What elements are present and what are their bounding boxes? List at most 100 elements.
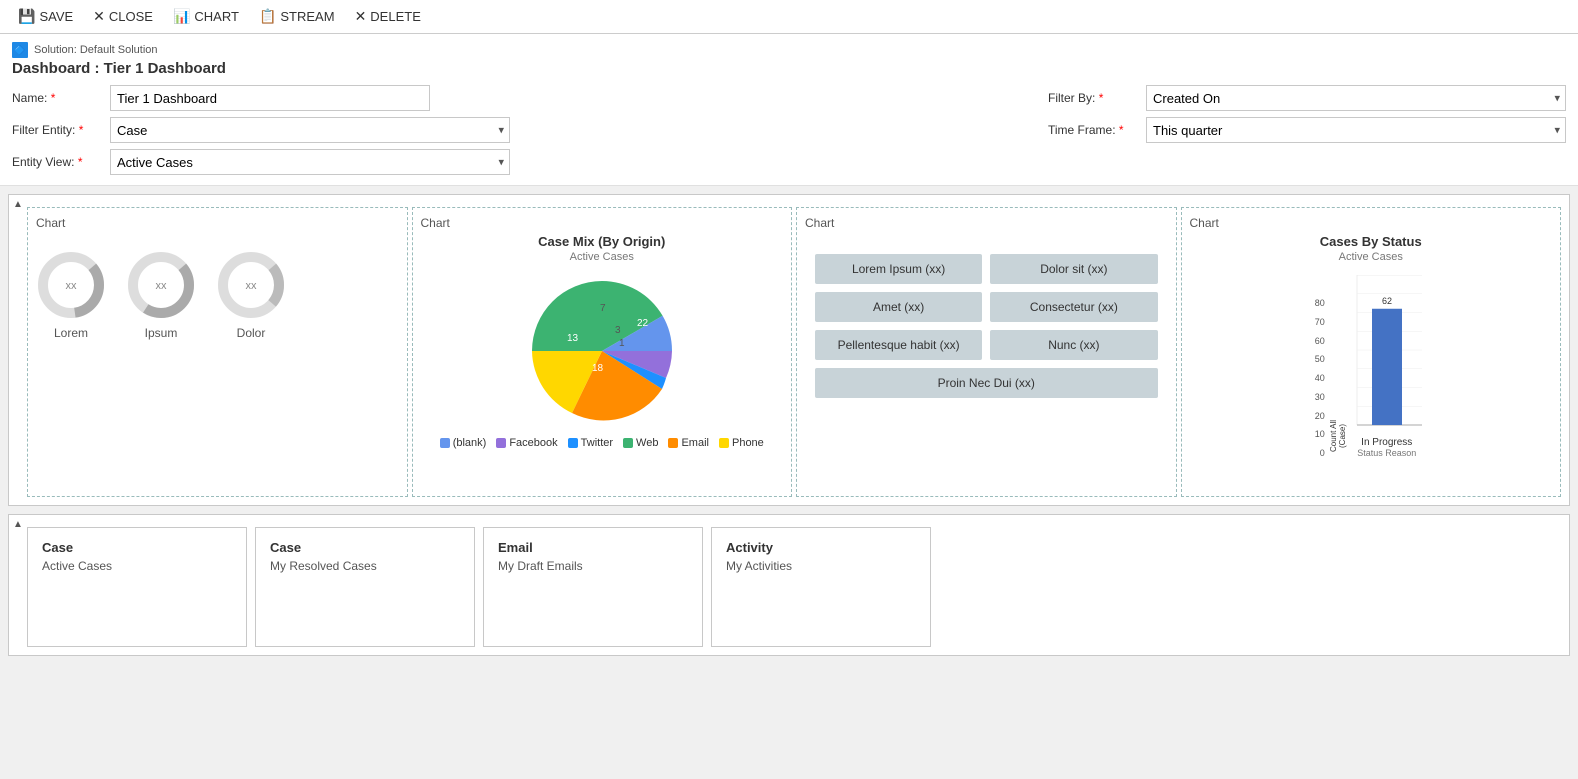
chart4-content: Cases By Status Active Cases 80 70 60 50…	[1190, 234, 1553, 458]
entity-view-select[interactable]: Active Cases	[110, 149, 510, 175]
dashboard-title: Dashboard : Tier 1 Dashboard	[12, 60, 1566, 77]
chart4-title: Chart	[1190, 216, 1553, 230]
svg-text:13: 13	[567, 333, 579, 344]
pie-subtitle: Active Cases	[570, 251, 634, 263]
list-card-4-sub: My Activities	[726, 559, 916, 573]
chart-icon: 📊	[173, 8, 190, 25]
close-button[interactable]: ✕ CLOSE	[83, 4, 163, 29]
delete-icon: ✕	[355, 8, 367, 25]
filter-entity-select[interactable]: Case	[110, 117, 510, 143]
legend-blank: (blank)	[440, 437, 487, 449]
form-fields-left: Name: * Filter Entity: * Case Ent	[12, 85, 510, 181]
entity-view-select-wrap: Active Cases	[110, 149, 510, 175]
bar-column: Count All (Case)	[1329, 416, 1347, 458]
tag-amet[interactable]: Amet (xx)	[815, 292, 982, 322]
list-card-2[interactable]: Case My Resolved Cases	[255, 527, 475, 647]
legend-web: Web	[623, 437, 658, 449]
pie-chart-svg: 22 18 13 7 3 1	[522, 271, 682, 431]
stream-icon: 📋	[259, 8, 276, 25]
pie-title: Case Mix (By Origin)	[538, 234, 665, 249]
bar-x-label: In Progress	[1361, 437, 1412, 448]
close-icon: ✕	[93, 8, 105, 25]
chart-button[interactable]: 📊 CHART	[163, 4, 249, 29]
chart-panel-2: Chart Case Mix (By Origin) Active Cases	[412, 207, 793, 497]
section-arrow-2: ▲	[13, 519, 23, 530]
svg-text:62: 62	[1382, 296, 1392, 306]
filter-by-select-wrap: Created On	[1146, 85, 1566, 111]
legend-phone: Phone	[719, 437, 764, 449]
time-frame-select[interactable]: This quarter	[1146, 117, 1566, 143]
name-label: Name: *	[12, 91, 102, 105]
legend-dot-web	[623, 438, 633, 448]
bar-chart-title: Cases By Status	[1320, 234, 1422, 249]
delete-button[interactable]: ✕ DELETE	[345, 4, 431, 29]
svg-text:xx: xx	[246, 280, 258, 292]
list-card-4[interactable]: Activity My Activities	[711, 527, 931, 647]
donut-svg-3: xx	[216, 250, 286, 320]
bar-chart-subtitle: Active Cases	[1339, 251, 1403, 263]
pie-legend: (blank) Facebook Twitter Web	[440, 437, 764, 449]
list-card-1[interactable]: Case Active Cases	[27, 527, 247, 647]
bar-x-sublabel: Status Reason	[1357, 448, 1416, 458]
tag-pellentesque[interactable]: Pellentesque habit (xx)	[815, 330, 982, 360]
form-fields-right: Filter By: * Created On Time Frame: * Th…	[1048, 85, 1566, 181]
legend-dot-blank	[440, 438, 450, 448]
tags-grid: Lorem Ipsum (xx) Dolor sit (xx) Amet (xx…	[805, 234, 1168, 418]
chart1-title: Chart	[36, 216, 399, 230]
section-arrow-1: ▲	[13, 199, 23, 210]
charts-row: Chart xx Lorem	[13, 199, 1565, 501]
charts-section: ▲ Chart xx Lorem	[8, 194, 1570, 506]
tag-proin[interactable]: Proin Nec Dui (xx)	[815, 368, 1158, 398]
name-row: Name: *	[12, 85, 510, 111]
legend-facebook: Facebook	[496, 437, 557, 449]
list-section: Case Active Cases Case My Resolved Cases…	[13, 519, 1565, 651]
legend-dot-facebook	[496, 438, 506, 448]
stream-button[interactable]: 📋 STREAM	[249, 4, 345, 29]
donut-2: xx Ipsum	[126, 250, 196, 340]
tag-dolor-sit[interactable]: Dolor sit (xx)	[990, 254, 1157, 284]
list-section-container: ▲ Case Active Cases Case My Resolved Cas…	[8, 514, 1570, 656]
legend-dot-twitter	[568, 438, 578, 448]
legend-dot-email	[668, 438, 678, 448]
list-card-4-title: Activity	[726, 540, 916, 555]
time-frame-label: Time Frame: *	[1048, 123, 1138, 137]
filter-entity-select-wrap: Case	[110, 117, 510, 143]
donut-svg-2: xx	[126, 250, 196, 320]
bar-chart-area: 80 70 60 50 40 30 20 10 0 Count A	[1315, 275, 1427, 458]
legend-email: Email	[668, 437, 709, 449]
save-button[interactable]: 💾 SAVE	[8, 4, 83, 29]
main-content: ▲ Chart xx Lorem	[0, 186, 1578, 672]
list-card-2-sub: My Resolved Cases	[270, 559, 460, 573]
filter-by-label: Filter By: *	[1048, 91, 1138, 105]
donut-3-label: Dolor	[237, 326, 266, 340]
tag-lorem-ipsum[interactable]: Lorem Ipsum (xx)	[815, 254, 982, 284]
tag-nunc[interactable]: Nunc (xx)	[990, 330, 1157, 360]
list-card-1-title: Case	[42, 540, 232, 555]
solution-line: 🔷 Solution: Default Solution	[12, 42, 1566, 58]
list-card-2-title: Case	[270, 540, 460, 555]
donut-row: xx Lorem xx Ipsum	[36, 250, 399, 340]
list-card-3[interactable]: Email My Draft Emails	[483, 527, 703, 647]
name-input[interactable]	[110, 85, 430, 111]
svg-text:3: 3	[615, 325, 621, 336]
list-card-1-sub: Active Cases	[42, 559, 232, 573]
donut-3: xx Dolor	[216, 250, 286, 340]
filter-by-select[interactable]: Created On	[1146, 85, 1566, 111]
tag-consectetur[interactable]: Consectetur (xx)	[990, 292, 1157, 322]
chart-panel-1: Chart xx Lorem	[27, 207, 408, 497]
list-card-3-title: Email	[498, 540, 688, 555]
bar-svg: 62	[1347, 275, 1427, 435]
donut-2-label: Ipsum	[145, 326, 178, 340]
svg-text:xx: xx	[66, 280, 78, 292]
header-form: Name: * Filter Entity: * Case Ent	[12, 85, 1566, 181]
filter-entity-label: Filter Entity: *	[12, 123, 102, 137]
filter-by-row: Filter By: * Created On	[1048, 85, 1566, 111]
svg-text:22: 22	[637, 318, 649, 329]
donut-1: xx Lorem	[36, 250, 106, 340]
time-frame-row: Time Frame: * This quarter	[1048, 117, 1566, 143]
list-card-3-sub: My Draft Emails	[498, 559, 688, 573]
chart2-content: Case Mix (By Origin) Active Cases	[421, 234, 784, 449]
svg-text:7: 7	[600, 303, 606, 314]
legend-twitter: Twitter	[568, 437, 613, 449]
svg-text:1: 1	[619, 338, 625, 349]
